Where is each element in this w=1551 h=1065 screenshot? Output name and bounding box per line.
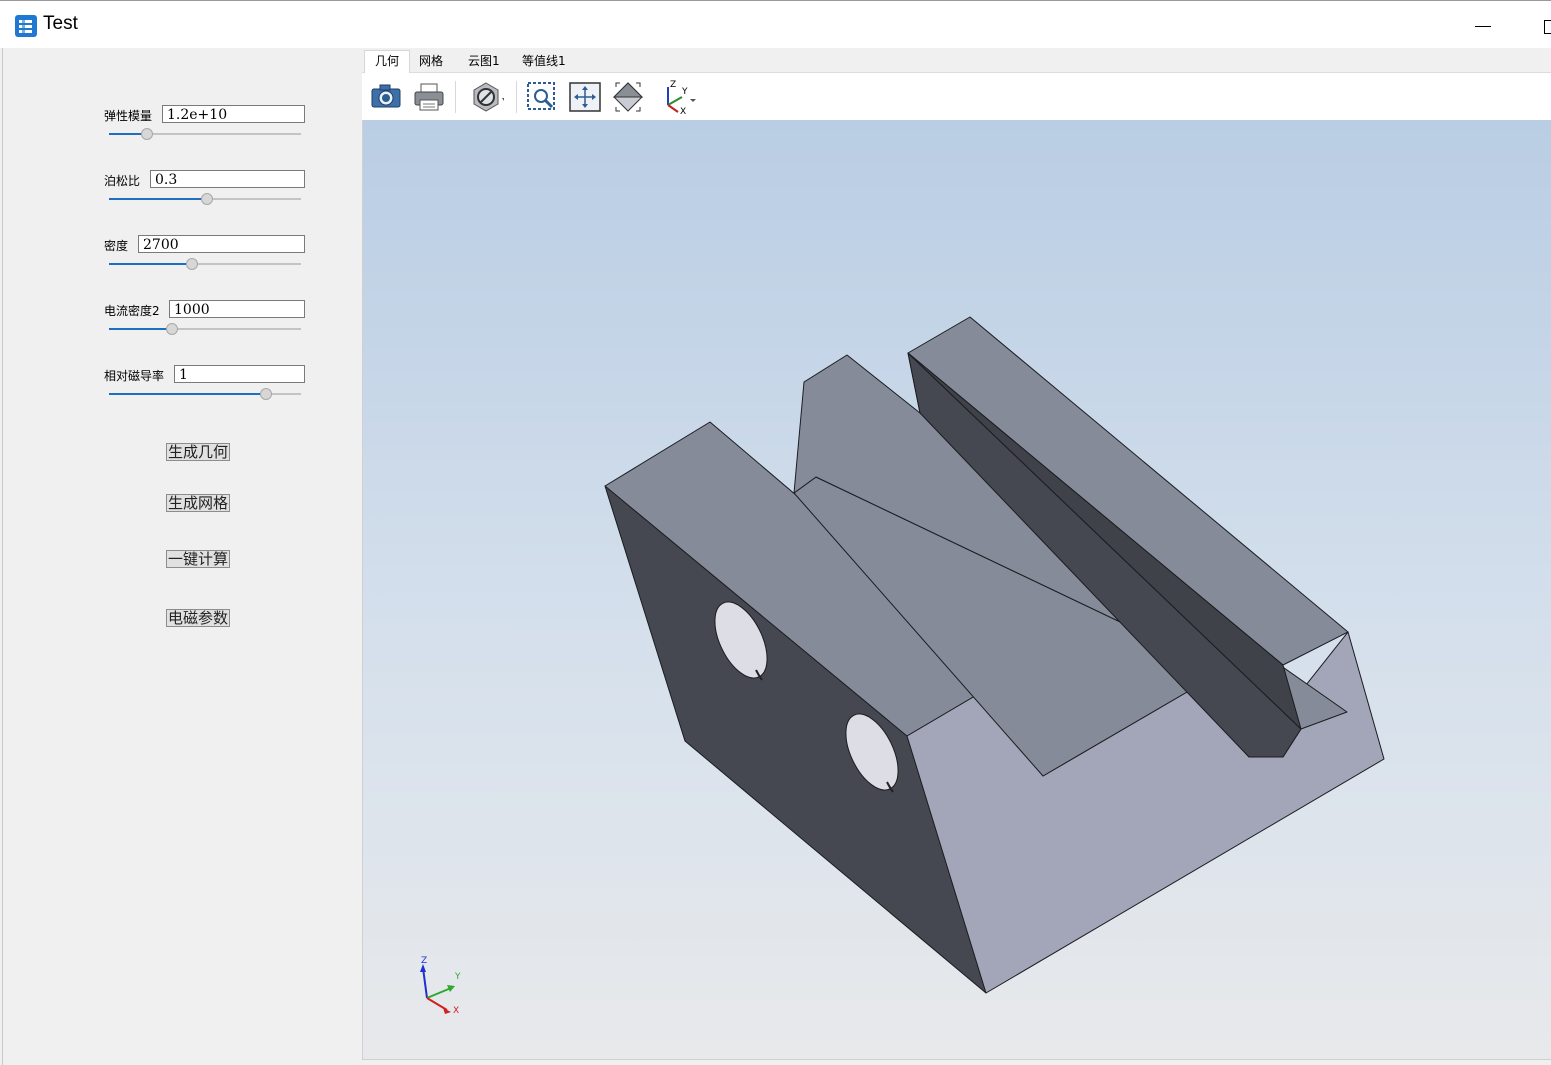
toolbar-separator xyxy=(516,81,517,113)
zoom-box-icon[interactable] xyxy=(524,79,560,115)
part-model xyxy=(604,316,1385,994)
generate-mesh-button[interactable]: 生成网格 xyxy=(166,494,230,512)
current-density-input[interactable]: 1000 xyxy=(169,300,305,318)
window-title: Test xyxy=(43,13,78,34)
title-bar: Test xyxy=(0,0,1551,48)
em-params-button[interactable]: 电磁参数 xyxy=(166,609,230,627)
triad-x-label: X xyxy=(453,1006,459,1016)
slider-thumb[interactable] xyxy=(200,193,213,205)
3d-viewport[interactable]: Z Y X xyxy=(362,120,1551,1060)
tab-mesh[interactable]: 网格 xyxy=(419,53,443,72)
view-tab-bar: 几何 网格 云图1 等值线1 xyxy=(362,48,1551,73)
svg-text:X: X xyxy=(680,107,686,115)
slider-thumb[interactable] xyxy=(185,258,198,270)
density-slider[interactable] xyxy=(109,258,301,270)
slider-fill xyxy=(109,393,267,395)
toolbar-separator xyxy=(455,81,456,113)
compute-all-button[interactable]: 一键计算 xyxy=(166,550,230,568)
svg-text:Z: Z xyxy=(670,80,676,90)
camera-icon[interactable] xyxy=(368,79,404,115)
fit-all-icon[interactable] xyxy=(567,79,603,115)
view-toolbar: Z Y X xyxy=(362,73,1551,120)
axis-triad: Z Y X xyxy=(413,952,473,1020)
tab-geometry[interactable]: 几何 xyxy=(364,50,410,73)
triad-y-label: Y xyxy=(454,972,461,982)
axis-orient-icon[interactable]: Z Y X xyxy=(658,79,700,117)
view-iso-icon[interactable] xyxy=(610,79,646,115)
triad-z-label: Z xyxy=(421,956,427,966)
minimize-button[interactable] xyxy=(1465,11,1505,41)
svg-text:Y: Y xyxy=(681,87,688,97)
tab-isolines[interactable]: 等值线1 xyxy=(522,53,566,72)
printer-icon[interactable] xyxy=(411,79,447,115)
slider-thumb[interactable] xyxy=(141,128,154,140)
slider-thumb[interactable] xyxy=(166,323,179,335)
param-label-poisson-ratio: 泊松比 xyxy=(104,174,141,188)
density-input[interactable]: 2700 xyxy=(138,235,305,253)
param-label-relative-permeability: 相对磁导率 xyxy=(104,369,165,383)
elastic-modulus-input[interactable]: 1.2e+10 xyxy=(162,105,305,123)
elastic-modulus-slider[interactable] xyxy=(109,128,301,140)
app-icon xyxy=(14,14,38,38)
param-label-current-density: 电流密度2 xyxy=(104,304,160,318)
relative-permeability-slider[interactable] xyxy=(109,388,301,400)
slider-fill xyxy=(109,328,173,330)
param-label-density: 密度 xyxy=(104,239,129,253)
current-density-slider[interactable] xyxy=(109,323,301,335)
poisson-ratio-slider[interactable] xyxy=(109,193,301,205)
slider-fill xyxy=(109,263,192,265)
maximize-button[interactable] xyxy=(1534,11,1551,41)
relative-permeability-input[interactable]: 1 xyxy=(174,365,305,383)
section-icon[interactable] xyxy=(468,79,506,115)
tab-contour-plot[interactable]: 云图1 xyxy=(468,53,500,72)
generate-geometry-button[interactable]: 生成几何 xyxy=(166,443,230,461)
slider-thumb[interactable] xyxy=(260,388,273,400)
param-label-elastic-modulus: 弹性模量 xyxy=(104,109,153,123)
slider-fill xyxy=(109,198,207,200)
poisson-ratio-input[interactable]: 0.3 xyxy=(150,170,305,188)
parameter-panel: 弹性模量 1.2e+10 泊松比 0.3 密度 2700 电流密度2 1000 … xyxy=(2,48,360,1065)
